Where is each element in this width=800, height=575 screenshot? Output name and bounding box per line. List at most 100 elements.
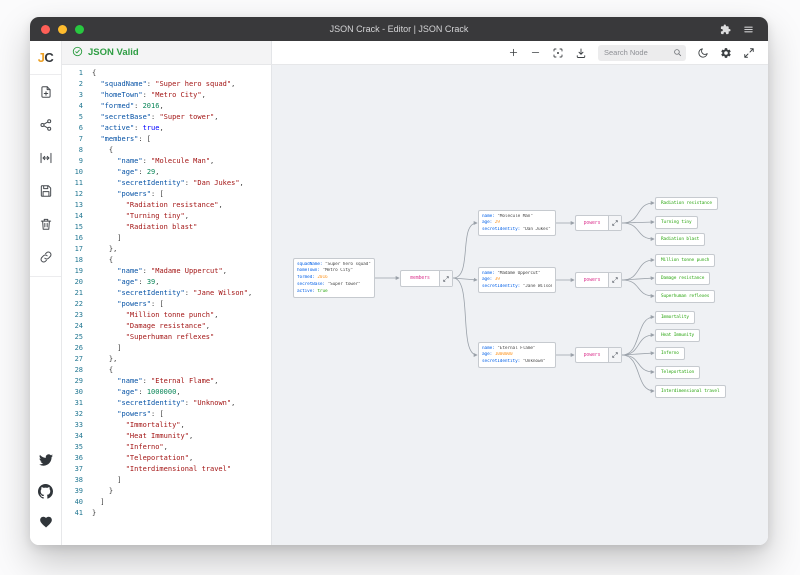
graph-edge [622,280,654,296]
graph-canvas[interactable]: squadName: "Super hero squad"homeTown: "… [272,65,768,545]
editor-line: 23 "Million tonne punch", [62,310,271,321]
editor-lines: 1{2 "squadName": "Super hero squad",3 "h… [62,68,271,519]
line-number: 17 [62,244,92,255]
expand-icon[interactable] [608,273,621,287]
github-icon[interactable] [37,482,55,500]
editor-line: 6 "active": true, [62,123,271,134]
expand-icon[interactable] [439,271,452,286]
line-number: 31 [62,398,92,409]
editor-line: 34 "Heat Immunity", [62,431,271,442]
twitter-icon[interactable] [37,451,55,469]
graph-node-leaf-6[interactable]: Superhuman reflexes [655,290,715,303]
editor-line: 28 { [62,365,271,376]
editor-line: 20 "age": 39, [62,277,271,288]
editor-line: 15 "Radiation blast" [62,222,271,233]
zoom-in-icon[interactable] [508,47,519,58]
graph-node-leaf-11[interactable]: Interdimensional travel [655,385,726,398]
graph-node-leaf-4[interactable]: Million tonne punch [655,254,715,267]
graph-node-leaf-9[interactable]: Inferno [655,347,685,360]
app-logo[interactable]: JC [30,41,61,75]
check-circle-icon [72,44,83,62]
graph-edge [622,317,654,355]
line-number: 27 [62,354,92,365]
editor-line: 21 "secretIdentity": "Jane Wilson", [62,288,271,299]
editor-line: 27 }, [62,354,271,365]
graph-node-member-3[interactable]: name: "Eternal Flame"age: 1000000secretI… [478,342,556,368]
heart-icon[interactable] [37,513,55,531]
share-nodes-icon[interactable] [37,116,55,134]
editor-line: 22 "powers": [ [62,299,271,310]
line-number: 35 [62,442,92,453]
new-document-icon[interactable] [37,83,55,101]
extension-puzzle-icon[interactable] [720,24,731,35]
zoom-button[interactable] [75,25,84,34]
editor-line: 18 { [62,255,271,266]
editor-line: 16 ] [62,233,271,244]
close-button[interactable] [41,25,50,34]
titlebar: JSON Crack - Editor | JSON Crack [30,17,768,41]
graph-node-powers-3[interactable]: powers [575,347,622,363]
editor-line: 37 "Interdimensional travel" [62,464,271,475]
graph-edge [622,203,654,223]
expand-icon[interactable] [608,216,621,230]
validation-status: JSON Valid [62,41,272,65]
graph-node-member-2[interactable]: name: "Madame Uppercut"age: 39secretIden… [478,267,556,293]
editor-line: 26 ] [62,343,271,354]
line-number: 9 [62,156,92,167]
graph-node-root[interactable]: squadName: "Super hero squad"homeTown: "… [293,258,375,298]
expand-icon[interactable] [608,348,621,362]
line-number: 10 [62,167,92,178]
fit-width-icon[interactable] [37,149,55,167]
minimize-button[interactable] [58,25,67,34]
editor-line: 40 ] [62,497,271,508]
graph-node-leaf-2[interactable]: Turning tiny [655,216,698,229]
line-number: 41 [62,508,92,519]
json-editor[interactable]: 1{2 "squadName": "Super hero squad",3 "h… [62,65,272,545]
trash-icon[interactable] [37,215,55,233]
fullscreen-icon[interactable] [743,47,755,59]
editor-line: 38 ] [62,475,271,486]
link-icon[interactable] [37,248,55,266]
graph-node-leaf-8[interactable]: Heat Immunity [655,329,700,342]
editor-line: 19 "name": "Madame Uppercut", [62,266,271,277]
zoom-out-icon[interactable] [530,47,541,58]
editor-line: 41} [62,508,271,519]
line-number: 34 [62,431,92,442]
graph-node-leaf-10[interactable]: Teleportation [655,366,700,379]
line-number: 25 [62,332,92,343]
app-window: JSON Crack - Editor | JSON Crack JC [30,17,768,545]
graph-node-member-1[interactable]: name: "Molecule Man"age: 29secretIdentit… [478,210,556,236]
settings-gear-icon[interactable] [720,47,732,59]
editor-line: 5 "secretBase": "Super tower", [62,112,271,123]
line-number: 12 [62,189,92,200]
graph-edge [622,260,654,280]
dark-mode-moon-icon[interactable] [697,47,709,59]
save-icon[interactable] [37,182,55,200]
editor-line: 24 "Damage resistance", [62,321,271,332]
line-number: 39 [62,486,92,497]
download-icon[interactable] [575,47,587,59]
toolbar: JSON Valid [62,41,768,65]
line-number: 30 [62,387,92,398]
line-number: 7 [62,134,92,145]
line-number: 1 [62,68,92,79]
editor-line: 14 "Turning tiny", [62,211,271,222]
graph-edges [272,65,768,545]
editor-line: 12 "powers": [ [62,189,271,200]
line-number: 20 [62,277,92,288]
graph-node-members[interactable]: members [400,270,453,287]
browser-menu-icon[interactable] [743,24,754,35]
editor-line: 10 "age": 29, [62,167,271,178]
graph-node-leaf-3[interactable]: Radiation blast [655,233,705,246]
center-focus-icon[interactable] [552,47,564,59]
graph-node-leaf-1[interactable]: Radiation resistance [655,197,718,210]
graph-node-leaf-7[interactable]: Immortality [655,311,695,324]
line-number: 16 [62,233,92,244]
line-number: 29 [62,376,92,387]
editor-line: 35 "Inferno", [62,442,271,453]
graph-node-powers-1[interactable]: powers [575,215,622,231]
graph-node-powers-2[interactable]: powers [575,272,622,288]
graph-node-leaf-5[interactable]: Damage resistance [655,272,710,285]
graph-edge [453,223,477,278]
line-number: 18 [62,255,92,266]
